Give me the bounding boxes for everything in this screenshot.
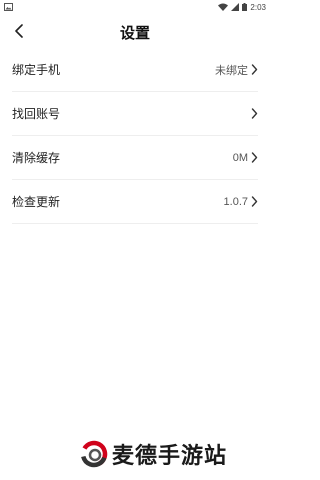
wifi-icon [218, 3, 229, 11]
row-label: 找回账号 [12, 107, 61, 121]
row-label: 检查更新 [12, 195, 61, 209]
signal-icon [231, 3, 240, 11]
chevron-right-icon [251, 196, 258, 207]
row-value: 0M [232, 151, 248, 164]
status-time: 2:03 [250, 2, 266, 12]
row-value: 1.0.7 [223, 195, 248, 208]
settings-row-check-update[interactable]: 检查更新 1.0.7 [12, 180, 258, 224]
settings-row-bind-phone[interactable]: 绑定手机 未绑定 [12, 48, 258, 92]
settings-row-recover-account[interactable]: 找回账号 [12, 92, 258, 136]
settings-list: 绑定手机 未绑定 找回账号 清除缓存 0M 检查更新 1.0.7 [12, 48, 258, 224]
watermark-text: 麦德手游站 [112, 444, 228, 469]
row-label: 清除缓存 [12, 151, 61, 165]
page-title: 设置 [119, 24, 150, 42]
watermark-logo-icon [80, 440, 108, 468]
chevron-right-icon [251, 152, 258, 163]
chevron-right-icon [251, 64, 258, 75]
battery-icon [242, 3, 248, 11]
header: 设置 [0, 16, 270, 48]
watermark: 麦德手游站 [80, 437, 227, 471]
row-value: 未绑定 [215, 63, 248, 77]
row-label: 绑定手机 [12, 63, 61, 77]
status-bar: 2:03 [0, 0, 270, 14]
settings-row-clear-cache[interactable]: 清除缓存 0M [12, 136, 258, 180]
chevron-right-icon [251, 108, 258, 119]
image-icon [4, 3, 13, 11]
